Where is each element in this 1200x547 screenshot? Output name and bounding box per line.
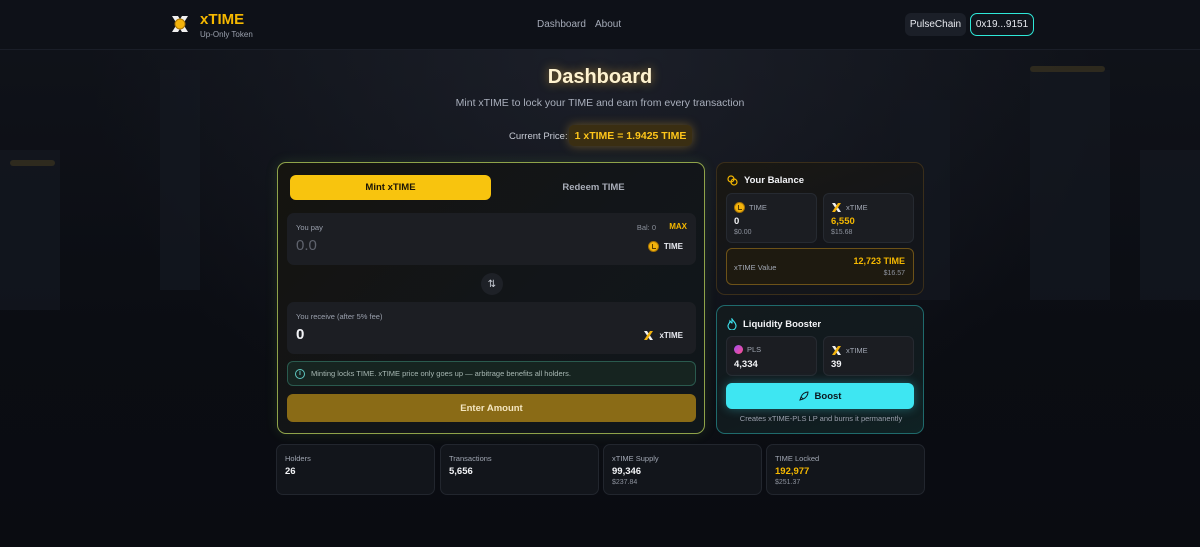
- time-coin-icon: [647, 240, 659, 252]
- balance-header: Your Balance: [727, 175, 804, 186]
- page-title: Dashboard: [547, 66, 653, 88]
- brand-tagline: Up-Only Token: [200, 30, 253, 39]
- time-balance-label: TIME: [749, 203, 767, 212]
- balance-title: Your Balance: [744, 175, 805, 186]
- xtime-value-tile: xTIME Value 12,723 TIME $16.57: [726, 248, 914, 285]
- xtime-logo-icon[interactable]: [169, 13, 191, 35]
- receive-label: You receive (after 5% fee): [296, 312, 383, 321]
- wallet-address-button[interactable]: 0x19...9151: [970, 13, 1034, 36]
- xtime-value-usd: $16.57: [883, 270, 905, 277]
- pls-coin-icon: [734, 345, 743, 354]
- network-select-button[interactable]: PulseChain: [905, 13, 966, 36]
- boost-note: Creates xTIME-PLS LP and burns it perman…: [739, 414, 903, 423]
- stat-time-locked: TIME Locked 192,977 $251.37: [766, 444, 925, 495]
- pay-amount-input[interactable]: 0.0: [296, 237, 317, 254]
- mint-redeem-card: Mint xTIME Redeem TIME You pay Bal: 0 MA…: [277, 162, 705, 434]
- coins-icon: [727, 175, 738, 186]
- stat-label: Transactions: [449, 454, 492, 463]
- stat-value: 5,656: [449, 466, 473, 477]
- your-balance-card: Your Balance TIME 0 $0.00 xTIME 6,550 $1…: [716, 162, 924, 295]
- stat-label: TIME Locked: [775, 454, 820, 463]
- swap-direction-icon[interactable]: ⇅: [481, 273, 503, 295]
- receive-token-label: xTIME: [659, 330, 683, 340]
- page-subtitle: Mint xTIME to lock your TIME and earn fr…: [455, 97, 745, 109]
- booster-xtime-label: xTIME: [846, 346, 868, 355]
- current-price-label: Current Price:: [509, 131, 568, 142]
- nav-dashboard-link[interactable]: Dashboard: [537, 19, 586, 30]
- current-price-badge: 1 xTIME = 1.9425 TIME: [569, 125, 692, 146]
- stat-value: 26: [285, 466, 296, 477]
- stat-xtime-supply: xTIME Supply 99,346 $237.84: [603, 444, 762, 495]
- booster-xtime-value: 39: [831, 359, 842, 370]
- pls-value: 4,334: [734, 359, 758, 370]
- flame-icon: [727, 318, 737, 330]
- mint-info-text: Minting locks TIME. xTIME price only goe…: [311, 369, 571, 378]
- max-button[interactable]: MAX: [669, 222, 687, 231]
- stat-value: 99,346: [612, 466, 642, 477]
- pay-label: You pay: [296, 223, 323, 232]
- nav-about-link[interactable]: About: [595, 19, 621, 30]
- xtime-token-icon: [644, 330, 654, 340]
- boost-button-label: Boost: [814, 390, 842, 402]
- pls-booster-tile: PLS 4,334: [726, 336, 817, 376]
- receive-token-tag: xTIME: [639, 327, 687, 343]
- top-nav-bar: xTIME Up-Only Token Dashboard About Puls…: [0, 0, 1200, 50]
- tab-mint-xtime[interactable]: Mint xTIME: [290, 175, 491, 200]
- pay-token-tag: TIME: [644, 238, 687, 254]
- booster-title: Liquidity Booster: [743, 318, 822, 330]
- pay-field: You pay Bal: 0 MAX 0.0 TIME: [287, 213, 696, 265]
- time-balance-tile: TIME 0 $0.00: [726, 193, 817, 243]
- stat-usd: $237.84: [612, 479, 638, 486]
- stat-holders: Holders 26: [276, 444, 435, 495]
- pls-label: PLS: [747, 345, 762, 354]
- boost-button[interactable]: Boost: [726, 383, 914, 409]
- receive-field: You receive (after 5% fee) 0 xTIME: [287, 302, 696, 354]
- stat-label: Holders: [285, 454, 311, 463]
- xtime-token-icon: [832, 346, 841, 355]
- time-balance-value: 0: [734, 216, 740, 227]
- stat-value: 192,977: [775, 466, 810, 477]
- stat-label: xTIME Supply: [612, 454, 659, 463]
- xtime-value-label: xTIME Value: [734, 263, 777, 272]
- xtime-token-icon: [832, 203, 841, 212]
- liquidity-booster-card: Liquidity Booster PLS 4,334 xTIME 39 Boo…: [716, 305, 924, 434]
- stat-transactions: Transactions 5,656: [440, 444, 599, 495]
- time-coin-icon: [734, 202, 745, 213]
- tab-redeem-time[interactable]: Redeem TIME: [493, 175, 694, 200]
- enter-amount-button[interactable]: Enter Amount: [287, 394, 696, 422]
- mint-info-notice: i Minting locks TIME. xTIME price only g…: [287, 361, 696, 386]
- xtime-booster-tile: xTIME 39: [823, 336, 914, 376]
- time-balance-usd: $0.00: [734, 229, 752, 236]
- pay-balance: Bal: 0: [636, 223, 656, 232]
- xtime-value-amount: 12,723 TIME: [853, 256, 905, 266]
- rocket-icon: [798, 391, 809, 401]
- xtime-balance-value: 6,550: [831, 216, 855, 227]
- booster-header: Liquidity Booster: [727, 318, 821, 330]
- info-icon: i: [295, 368, 305, 379]
- stat-usd: $251.37: [775, 479, 801, 486]
- xtime-balance-tile: xTIME 6,550 $15.68: [823, 193, 914, 243]
- pay-token-label: TIME: [663, 241, 683, 251]
- xtime-balance-label: xTIME: [846, 203, 868, 212]
- receive-amount: 0: [296, 326, 305, 343]
- brand-name[interactable]: xTIME: [200, 11, 244, 28]
- xtime-balance-usd: $15.68: [831, 229, 853, 236]
